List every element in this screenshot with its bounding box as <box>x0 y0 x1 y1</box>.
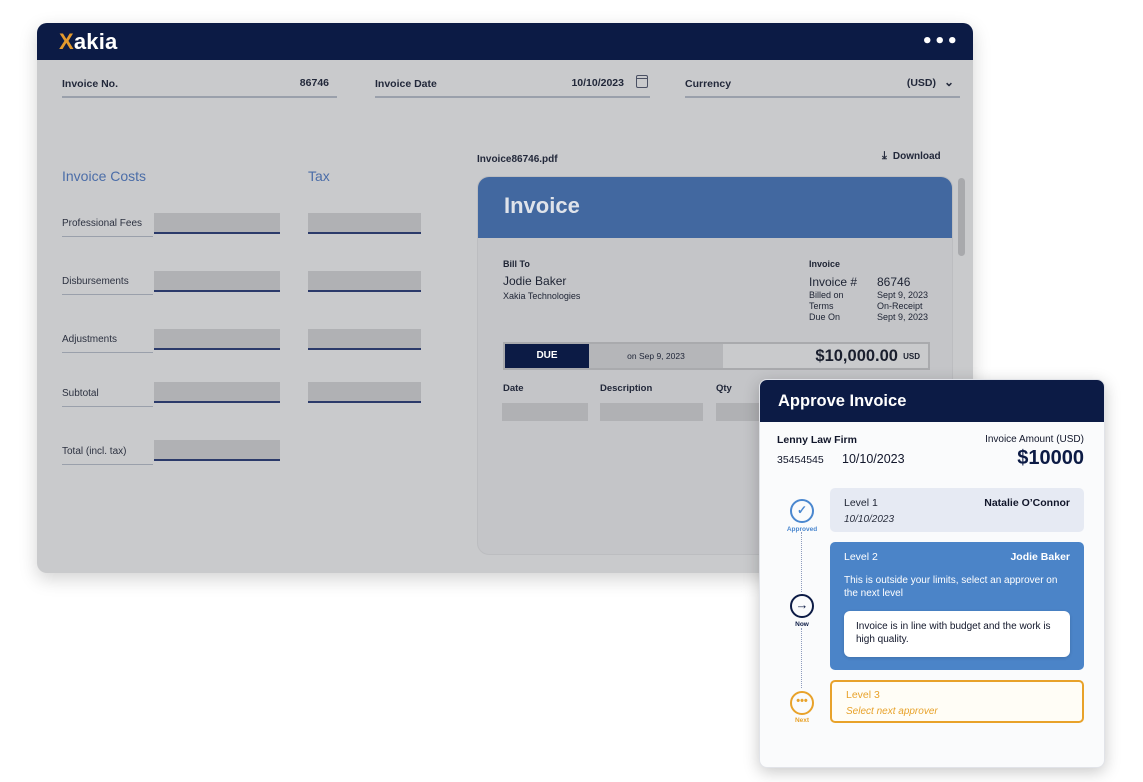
line-item-cell <box>600 403 703 421</box>
approval-comment-text[interactable]: Invoice is in line with budget and the w… <box>856 620 1060 646</box>
due-amount-box: $10,000.00 USD <box>723 344 928 368</box>
invoice-costs-title: Invoice Costs <box>62 168 147 184</box>
invoice-number-label: Invoice No. <box>62 78 119 90</box>
professional-fees-tax-input[interactable] <box>308 213 421 234</box>
professional-fees-input[interactable] <box>154 213 280 234</box>
approval-comment-box[interactable]: Invoice is in line with budget and the w… <box>844 611 1070 657</box>
download-label: Download <box>892 151 941 162</box>
disbursements-tax-input[interactable] <box>308 271 421 292</box>
due-date: on Sep 9, 2023 <box>627 351 685 361</box>
invoice-hash-label: Invoice # <box>809 275 858 289</box>
adjustments-input[interactable] <box>154 329 280 350</box>
total-input[interactable] <box>154 440 280 461</box>
approval-level-1[interactable]: Level 1 Natalie O’Connor 10/10/2023 <box>830 488 1084 532</box>
status-approved-label: Approved <box>786 526 818 533</box>
level-1-approver: Natalie O’Connor <box>984 497 1070 509</box>
invoice-date-label: Invoice Date <box>375 78 437 90</box>
column-header-description: Description <box>600 383 653 394</box>
law-firm-name: Lenny Law Firm <box>777 434 857 446</box>
amount-due-bar: DUE on Sep 9, 2023 $10,000.00 USD <box>503 342 930 370</box>
approve-title: Approve Invoice <box>778 392 907 410</box>
tax-title: Tax <box>308 168 330 184</box>
currency-value[interactable]: (USD) <box>907 77 936 89</box>
column-header-date: Date <box>503 383 524 394</box>
title-bar: Xakia ••• <box>37 23 973 60</box>
level-1-date: 10/10/2023 <box>844 514 895 525</box>
invoice-hash-value: 86746 <box>877 275 911 289</box>
level-2-message: This is outside your limits, select an a… <box>844 575 1058 599</box>
scrollbar-thumb[interactable] <box>958 178 965 256</box>
row-label-total: Total (incl. tax) <box>62 446 127 457</box>
due-label: DUE <box>505 344 589 368</box>
more-dots-icon: ••• <box>790 691 814 715</box>
check-icon: ✓ <box>790 499 814 523</box>
invoice-date-field[interactable]: Invoice Date 10/10/2023 <box>375 73 650 98</box>
invoice-date-value[interactable]: 10/10/2023 <box>571 77 624 89</box>
bill-to-name: Jodie Baker <box>503 274 567 288</box>
currency-select[interactable]: Currency (USD) ⌄ <box>685 73 960 98</box>
row-label-subtotal: Subtotal <box>62 388 99 399</box>
row-label-adjustments: Adjustments <box>62 334 118 345</box>
due-on-label: Due On <box>809 312 841 322</box>
status-now-label: Now <box>795 621 809 628</box>
level-2-name: Level 2 <box>844 551 878 563</box>
line-item-cell <box>502 403 588 421</box>
row-divider <box>62 352 153 353</box>
download-button[interactable]: ⤓ Download <box>882 150 941 163</box>
invoice-reference-date: 10/10/2023 <box>842 452 905 466</box>
due-amount: $10,000.00 <box>815 347 898 365</box>
level-2-approver: Jodie Baker <box>1010 551 1070 563</box>
billed-on-label: Billed on <box>809 290 844 300</box>
row-label-disbursements: Disbursements <box>62 276 129 287</box>
due-currency: USD <box>903 352 920 361</box>
billed-on-value: Sept 9, 2023 <box>877 290 929 300</box>
row-divider <box>62 236 153 237</box>
pdf-file-name: Invoice86746.pdf <box>477 154 558 165</box>
more-dots-icon[interactable]: ••• <box>921 31 959 52</box>
timeline-connector <box>801 628 802 688</box>
invoice-amount: $10000 <box>1017 447 1084 469</box>
invoice-meta-label: Invoice <box>809 259 841 269</box>
row-divider <box>62 294 153 295</box>
terms-label: Terms <box>809 301 834 311</box>
disbursements-input[interactable] <box>154 271 280 292</box>
column-header-qty: Qty <box>716 383 732 394</box>
timeline-connector <box>801 532 802 592</box>
download-icon: ⤓ <box>882 150 887 162</box>
level-1-name: Level 1 <box>844 497 878 509</box>
arrow-right-icon: → <box>790 594 814 618</box>
approve-header: Approve Invoice <box>760 380 1104 422</box>
subtotal-input[interactable] <box>154 382 280 403</box>
select-next-approver[interactable]: Select next approver <box>846 706 938 717</box>
row-label-professional-fees: Professional Fees <box>62 218 143 229</box>
due-on-value: Sept 9, 2023 <box>877 312 929 322</box>
bill-to-label: Bill To <box>503 259 530 269</box>
invoice-number-value[interactable]: 86746 <box>300 77 329 89</box>
invoice-amount-label: Invoice Amount (USD) <box>985 434 1084 445</box>
chevron-down-icon[interactable]: ⌄ <box>944 75 954 89</box>
invoice-number-field[interactable]: Invoice No. 86746 <box>62 73 337 98</box>
invoice-title: Invoice <box>504 193 580 218</box>
status-next-label: Next <box>794 717 810 724</box>
calendar-icon[interactable] <box>636 75 648 88</box>
invoice-header-band: Invoice <box>478 177 952 238</box>
approval-level-3[interactable]: Level 3 Select next approver <box>830 680 1084 723</box>
terms-value: On-Receipt <box>877 301 923 311</box>
approval-level-2[interactable]: Level 2 Jodie Baker This is outside your… <box>830 542 1084 670</box>
xakia-logo[interactable]: Xakia <box>59 29 118 55</box>
bill-to-company: Xakia Technologies <box>503 291 581 301</box>
currency-label: Currency <box>685 78 732 90</box>
row-divider <box>62 464 153 465</box>
level-3-name: Level 3 <box>846 689 880 701</box>
row-divider <box>62 406 153 407</box>
invoice-reference-number: 35454545 <box>777 454 824 466</box>
subtotal-tax-input[interactable] <box>308 382 421 403</box>
approve-invoice-panel: Approve Invoice Lenny Law Firm 35454545 … <box>759 379 1105 768</box>
adjustments-tax-input[interactable] <box>308 329 421 350</box>
